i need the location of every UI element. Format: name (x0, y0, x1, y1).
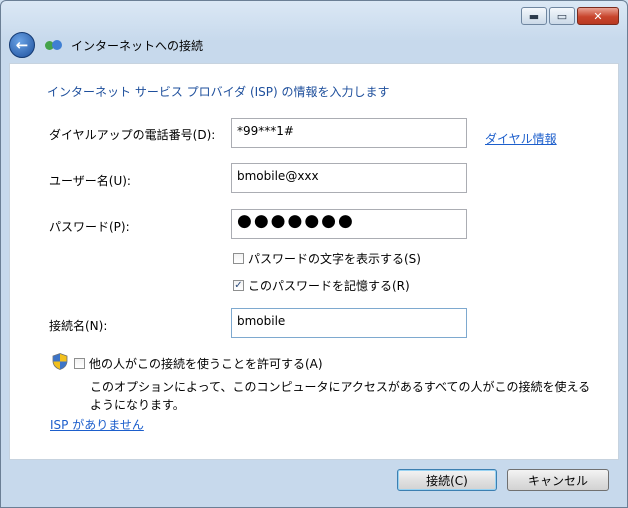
show-password-checkbox-row[interactable]: パスワードの文字を表示する(S) (233, 250, 421, 267)
back-arrow-icon: ← (15, 36, 29, 54)
maximize-icon: ▭ (556, 9, 568, 23)
show-password-label: パスワードの文字を表示する(S) (248, 252, 421, 266)
password-input[interactable]: ●●●●●●● (231, 209, 467, 239)
show-password-checkbox[interactable] (233, 253, 244, 264)
close-button[interactable]: ✕ (577, 7, 619, 25)
back-button[interactable]: ← (9, 32, 35, 58)
password-label: パスワード(P): (49, 220, 130, 234)
dialog-footer: 接続(C) キャンセル (9, 460, 619, 500)
phone-number-input[interactable]: *99***1# (231, 118, 467, 148)
allow-others-checkbox[interactable] (74, 358, 85, 369)
page-heading: インターネット サービス プロバイダ (ISP) の情報を入力します (47, 85, 390, 99)
remember-password-checkbox-row[interactable]: ✓ このパスワードを記憶する(R) (233, 277, 410, 294)
username-label: ユーザー名(U): (49, 174, 131, 188)
remember-password-label: このパスワードを記憶する(R) (248, 279, 410, 293)
dialog-content: インターネット サービス プロバイダ (ISP) の情報を入力します ダイヤルア… (9, 63, 619, 460)
connect-button[interactable]: 接続(C) (397, 469, 497, 491)
dialog-header: ← インターネットへの接続 (9, 29, 619, 61)
uac-shield-icon (52, 353, 68, 370)
allow-others-checkbox-row[interactable]: 他の人がこの接続を使うことを許可する(A) (74, 355, 323, 372)
dial-info-link[interactable]: ダイヤル情報 (485, 130, 557, 147)
window-controls: ▬ ▭ ✕ (521, 7, 619, 25)
close-icon: ✕ (593, 9, 603, 23)
no-isp-link[interactable]: ISP がありません (50, 416, 144, 433)
window-title: インターネットへの接続 (71, 38, 204, 53)
phone-number-label: ダイヤルアップの電話番号(D): (49, 128, 216, 142)
allow-others-label: 他の人がこの接続を使うことを許可する(A) (89, 357, 323, 371)
username-input[interactable]: bmobile@xxx (231, 163, 467, 193)
network-connection-icon (45, 38, 63, 52)
remember-password-checkbox[interactable]: ✓ (233, 280, 244, 291)
allow-others-description: このオプションによって、このコンピュータにアクセスがあるすべての人がこの接続を使… (90, 380, 591, 412)
minimize-icon: ▬ (528, 9, 540, 23)
connection-name-label: 接続名(N): (49, 319, 108, 333)
maximize-button[interactable]: ▭ (549, 7, 575, 25)
cancel-button[interactable]: キャンセル (507, 469, 609, 491)
dialog-window: ▬ ▭ ✕ ← インターネットへの接続 インターネット サービス プロバイダ (… (0, 0, 628, 508)
checkmark-icon: ✓ (234, 279, 243, 291)
connection-name-input[interactable]: bmobile (231, 308, 467, 338)
minimize-button[interactable]: ▬ (521, 7, 547, 25)
